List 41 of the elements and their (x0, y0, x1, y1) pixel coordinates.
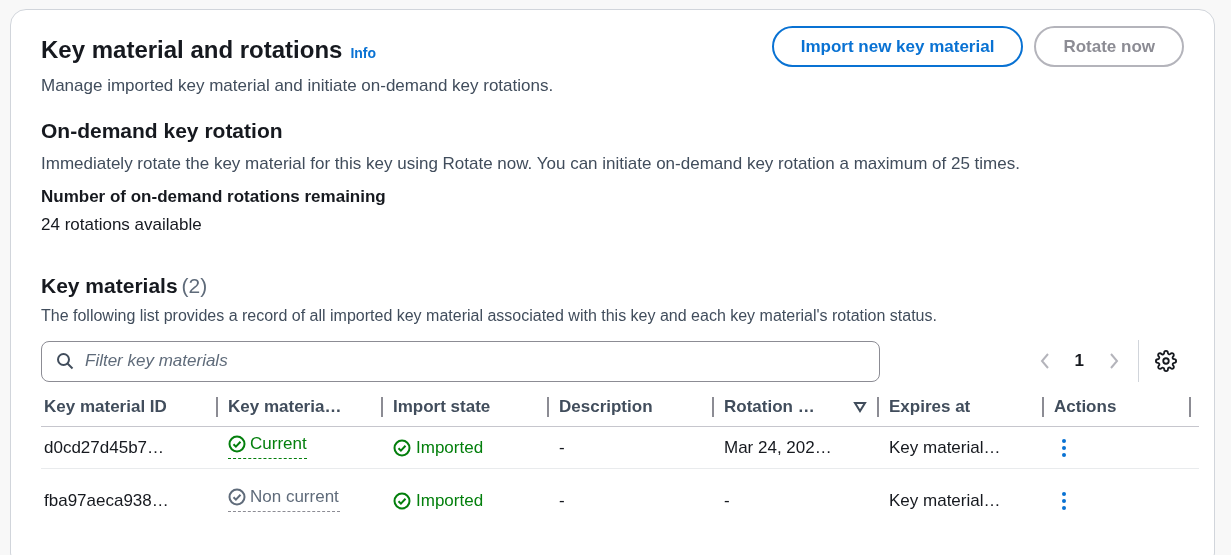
field-value: 24 rotations available (41, 214, 203, 236)
info-link[interactable]: Info (350, 43, 377, 64)
table-title: Key materials (41, 272, 178, 299)
column-header[interactable]: Expires at (889, 393, 971, 420)
section-description: Immediately rotate the key material for this key using Rotate now. You can initiate on-demand key rotation a maximum of 25 times. (41, 153, 1021, 175)
table-cell: - (559, 437, 565, 457)
import-button[interactable]: Import new key material (771, 26, 1024, 67)
status-icon (228, 434, 246, 453)
table-count: (2) (181, 272, 208, 299)
table-description: The following list provides a record of all imported key material associated with this key and each key material's rotation status. (41, 306, 938, 326)
import-state: Imported (416, 490, 484, 513)
settings-button[interactable] (1153, 348, 1179, 374)
column-header[interactable]: Key material ID (44, 393, 167, 420)
table-cell: fba97aeca938… (44, 491, 169, 511)
column-header[interactable]: Import state (393, 393, 491, 420)
import-state: Imported (416, 436, 484, 459)
actions-menu-icon[interactable] (1061, 437, 1067, 458)
panel-title: Key material and rotations (41, 35, 343, 65)
actions-menu-icon[interactable] (1061, 491, 1067, 511)
table-cell: - (724, 491, 730, 511)
table-cell: d0cd27d45b7… (44, 437, 165, 457)
success-icon (393, 438, 411, 457)
sort-icon[interactable] (853, 400, 867, 413)
search-icon (56, 351, 74, 370)
success-icon (393, 492, 411, 510)
field-label: Number of on-demand rotations remaining (41, 185, 387, 208)
filter-field[interactable]: Filter key materials (41, 340, 880, 382)
column-header[interactable]: Actions (1054, 393, 1117, 420)
status-label: Non current (250, 486, 339, 509)
status-icon (228, 488, 246, 507)
table-cell: Key material… (889, 491, 1001, 511)
column-header[interactable]: Key materia… (228, 393, 342, 420)
table-cell: Mar 24, 202… (724, 437, 832, 457)
page-button[interactable]: 1 (1068, 348, 1090, 374)
section-title: On-demand key rotation (41, 117, 284, 144)
column-header[interactable]: Description (559, 393, 653, 420)
panel-description: Manage imported key material and initiate on-demand key rotations. (41, 75, 555, 97)
column-header[interactable]: Rotation … (724, 393, 815, 420)
table-cell: - (559, 491, 565, 511)
table-cell: Key material… (889, 437, 1001, 457)
status-label: Current (250, 432, 307, 455)
